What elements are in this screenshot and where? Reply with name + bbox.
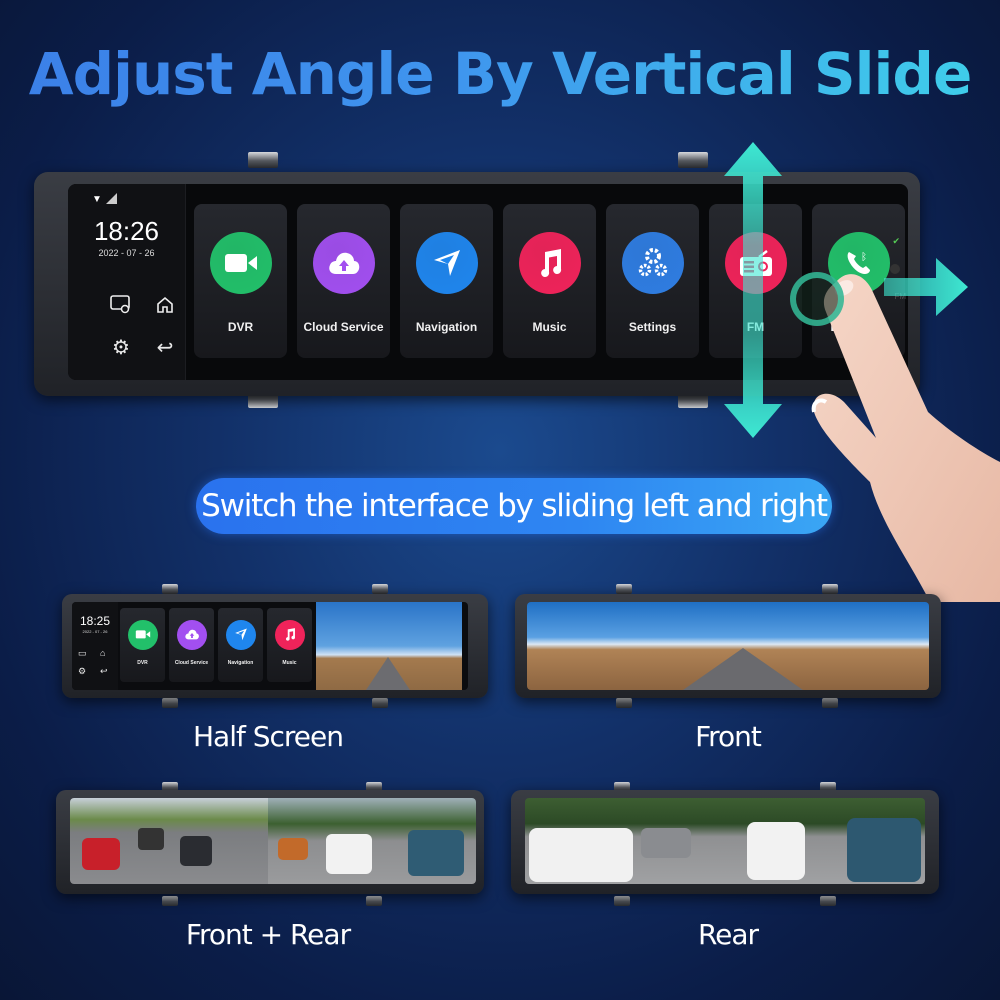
mount-clip xyxy=(822,698,838,708)
status-sidebar: ▼ 18:26 2022 - 07 - 26 ⚙ ↩ xyxy=(68,184,186,380)
app-label: Navigation xyxy=(227,660,254,666)
gears-icon xyxy=(621,232,684,294)
mode-label: Front xyxy=(695,720,762,753)
navigation-arrow-icon xyxy=(225,620,256,650)
signal-icon xyxy=(106,193,117,204)
app-tile-dvr[interactable]: DVR xyxy=(194,204,287,358)
clock-date: 2022 - 07 - 26 xyxy=(82,629,108,634)
half-screen-display: 18:25 2022 - 07 - 26 ⚙ ↩ ▭ ⌂ DVR Cloud Se… xyxy=(72,602,468,690)
music-note-icon xyxy=(518,232,581,294)
rear-camera-view xyxy=(525,798,925,884)
app-label: Navigation xyxy=(415,320,478,334)
back-icon[interactable]: ↩ xyxy=(152,334,178,360)
screen-cast-icon[interactable] xyxy=(108,292,134,318)
vertical-arrow-icon xyxy=(724,142,782,438)
clock-time: 18:26 xyxy=(93,216,160,246)
app-label: Cloud Service xyxy=(174,660,209,666)
app-label: DVR xyxy=(227,320,254,334)
home-icon[interactable] xyxy=(152,292,178,318)
app-label: Music xyxy=(282,660,297,666)
mount-clip xyxy=(614,896,630,906)
mode-label: Half Screen xyxy=(192,720,344,753)
back-icon: ↩ xyxy=(100,666,108,676)
front-camera-view xyxy=(527,602,929,690)
music-note-icon xyxy=(274,620,305,650)
mount-clip xyxy=(616,698,632,708)
mount-clip xyxy=(616,584,632,594)
instruction-banner: Switch the interface by sliding left and… xyxy=(196,478,832,534)
app-label: DVR xyxy=(137,660,148,666)
app-label: Cloud Service xyxy=(303,320,384,334)
clock-time: 18:25 xyxy=(79,614,111,628)
app-tile-navigation: Navigation xyxy=(218,608,263,682)
mount-clip xyxy=(678,152,708,168)
mount-clip xyxy=(162,698,178,708)
split-camera-view xyxy=(70,798,476,884)
touch-ripple xyxy=(790,272,844,326)
mount-clip xyxy=(162,896,178,906)
screen-cast-icon: ▭ xyxy=(78,648,87,658)
mount-clip xyxy=(820,896,836,906)
video-camera-icon xyxy=(127,620,158,650)
app-label: Settings xyxy=(628,320,677,334)
home-icon: ⌂ xyxy=(100,648,106,658)
app-tile-cloud-service[interactable]: Cloud Service xyxy=(297,204,390,358)
app-tile-music: Music xyxy=(267,608,312,682)
rear-traffic-view xyxy=(268,798,476,884)
cloud-upload-icon xyxy=(176,620,207,650)
gear-icon: ⚙ xyxy=(78,666,87,676)
mount-clip xyxy=(372,584,388,594)
mode-front-preview[interactable] xyxy=(515,594,941,698)
mode-front-rear-preview[interactable] xyxy=(56,790,484,894)
app-tile-navigation[interactable]: Navigation xyxy=(400,204,493,358)
app-tile-cloud-service: Cloud Service xyxy=(169,608,214,682)
gear-icon[interactable]: ⚙ xyxy=(108,334,134,360)
app-tile-dvr: DVR xyxy=(120,608,165,682)
mode-half-screen-preview[interactable]: 18:25 2022 - 07 - 26 ⚙ ↩ ▭ ⌂ DVR Cloud Se… xyxy=(62,594,488,698)
side-led: ✔ xyxy=(892,236,900,246)
clock-date: 2022 - 07 - 26 xyxy=(98,248,155,258)
app-tile-settings[interactable]: Settings xyxy=(606,204,699,358)
status-sidebar: 18:25 2022 - 07 - 26 ⚙ ↩ ▭ ⌂ xyxy=(72,602,118,690)
app-tile-music[interactable]: Music xyxy=(503,204,596,358)
mount-clip xyxy=(248,152,278,168)
mount-clip xyxy=(366,896,382,906)
headline: Adjust Angle By Vertical Slide xyxy=(0,40,1000,108)
navigation-arrow-icon xyxy=(415,232,478,294)
front-road-camera-view xyxy=(316,602,462,690)
app-label: Music xyxy=(532,320,567,334)
mount-clip xyxy=(372,698,388,708)
wifi-icon: ▼ xyxy=(92,194,102,205)
mode-label: Front + Rear xyxy=(185,918,351,951)
mount-clip xyxy=(162,584,178,594)
mount-clip xyxy=(822,584,838,594)
video-camera-icon xyxy=(209,232,272,294)
mode-rear-preview[interactable] xyxy=(511,790,939,894)
front-traffic-view xyxy=(70,798,268,884)
cloud-upload-icon xyxy=(312,232,375,294)
mode-label: Rear xyxy=(697,918,759,951)
